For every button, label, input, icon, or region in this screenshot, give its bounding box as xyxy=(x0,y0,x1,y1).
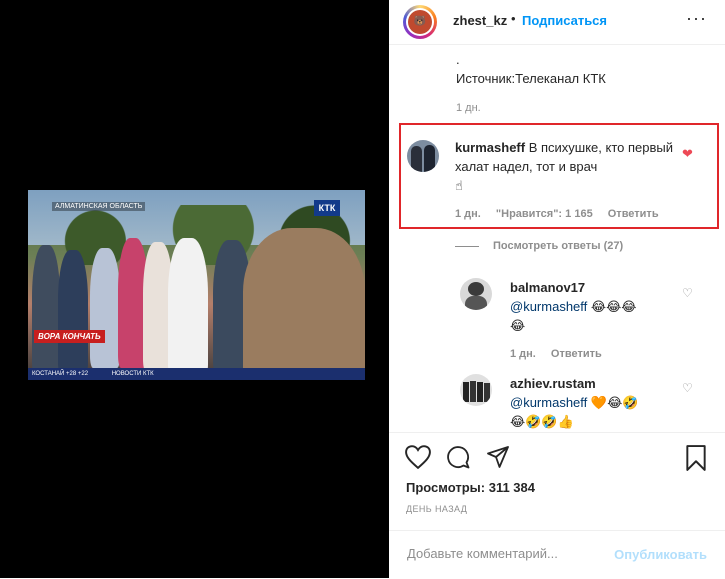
publish-button[interactable]: Опубликовать xyxy=(614,547,707,562)
avatar-ring-inner: 🐻 xyxy=(406,8,434,36)
add-comment-bar: Опубликовать xyxy=(389,530,725,579)
reply-time: 1 дн. xyxy=(510,348,536,360)
liked-heart-icon[interactable]: ❤ xyxy=(682,146,693,162)
avatar-figure xyxy=(411,146,422,172)
avatar-figure xyxy=(424,145,435,172)
media-panel: АЛМАТИНСКАЯ ОБЛАСТЬ КТК ВОРА КОНЧАТЬ КОС… xyxy=(0,0,389,578)
view-replies-button[interactable]: Посмотреть ответы (27) xyxy=(455,240,623,252)
post-sidebar: 🐻 zhest_kz • Подписаться ··· . Источник:… xyxy=(389,0,725,578)
avatar-figure xyxy=(477,382,483,402)
caption-time: 1 дн. xyxy=(456,102,481,114)
action-bar xyxy=(389,432,725,477)
ticker-right: НОВОСТИ КТК xyxy=(111,371,154,377)
channel-logo: КТК xyxy=(314,200,340,216)
reply-emojis: 🧡😂🤣 xyxy=(590,395,639,410)
video-caption: ВОРА КОНЧАТЬ xyxy=(34,330,105,343)
post-time: ДЕНЬ НАЗАД xyxy=(406,504,468,514)
reply-body: balmanov17 @kurmasheff 😂😂😂 😂 xyxy=(510,278,680,335)
caption-source: Источник:Телеканал КТК xyxy=(456,71,606,86)
video-region-tag: АЛМАТИНСКАЯ ОБЛАСТЬ xyxy=(52,202,146,211)
comment-input[interactable] xyxy=(405,545,609,562)
caption-dot: . xyxy=(456,52,460,67)
reply-mention[interactable]: @kurmasheff xyxy=(510,299,587,314)
reply-meta: 1 дн. Ответить xyxy=(510,348,614,360)
reply-body: azhiev.rustam @kurmasheff 🧡😂🤣 😂🤣🤣👍 xyxy=(510,374,680,431)
video-person xyxy=(90,248,120,368)
video-ticker: КОСТАНАЙ +28 +22 НОВОСТИ КТК xyxy=(28,368,365,380)
avatar-body xyxy=(465,296,487,310)
comment-meta: 1 дн. "Нравится": 1 165 Ответить xyxy=(455,208,671,220)
comment-reply-button[interactable]: Ответить xyxy=(608,208,659,220)
avatar-figure xyxy=(470,381,476,402)
like-heart-icon[interactable]: ♡ xyxy=(682,286,693,300)
reply-mention[interactable]: @kurmasheff xyxy=(510,395,587,410)
reply-username[interactable]: azhiev.rustam xyxy=(510,376,596,391)
replies-divider xyxy=(455,245,479,247)
reply-reply-button[interactable]: Ответить xyxy=(551,348,602,360)
views-label: Просмотры: xyxy=(406,480,486,495)
share-send-icon[interactable] xyxy=(485,445,511,469)
header-separator: • xyxy=(511,11,516,26)
reply-emojis-line2: 😂🤣🤣👍 xyxy=(510,414,574,429)
bear-avatar-icon: 🐻 xyxy=(408,10,432,34)
more-options-icon[interactable]: ··· xyxy=(686,8,707,29)
video-person xyxy=(32,245,60,375)
reply-emojis-line2: 😂 xyxy=(510,318,526,333)
commenter-avatar[interactable] xyxy=(407,140,439,172)
view-count[interactable]: Просмотры: 311 384 xyxy=(406,480,535,495)
reply-emojis: 😂😂😂 xyxy=(590,299,637,314)
avatar-figure xyxy=(463,382,469,402)
like-heart-icon[interactable] xyxy=(405,445,431,469)
video-player[interactable]: АЛМАТИНСКАЯ ОБЛАСТЬ КТК ВОРА КОНЧАТЬ КОС… xyxy=(28,190,365,380)
video-person xyxy=(168,238,208,378)
video-person xyxy=(243,228,365,380)
ticker-left: КОСТАНАЙ +28 +22 xyxy=(32,371,89,377)
comment-body: kurmasheff В психушке, кто первый халат … xyxy=(455,138,675,195)
author-username[interactable]: zhest_kz xyxy=(453,13,507,28)
pointing-up-emoji: ☝ xyxy=(455,178,463,193)
reply-avatar[interactable] xyxy=(460,278,492,310)
comment-bubble-icon[interactable] xyxy=(445,445,471,469)
view-replies-label: Посмотреть ответы (27) xyxy=(493,240,624,252)
comment-time: 1 дн. xyxy=(455,208,481,220)
video-person xyxy=(58,250,88,375)
views-value: 311 384 xyxy=(488,480,535,495)
like-heart-icon[interactable]: ♡ xyxy=(682,381,693,395)
comment-username[interactable]: kurmasheff xyxy=(455,140,525,155)
reply-username[interactable]: balmanov17 xyxy=(510,280,585,295)
follow-button[interactable]: Подписаться xyxy=(522,13,607,28)
comment-likes[interactable]: "Нравится": 1 165 xyxy=(496,208,593,220)
post-header: 🐻 zhest_kz • Подписаться ··· xyxy=(389,0,725,45)
bookmark-icon[interactable] xyxy=(685,445,707,471)
reply-avatar[interactable] xyxy=(460,374,492,406)
avatar-head xyxy=(468,282,484,296)
avatar-figure xyxy=(484,383,490,402)
author-avatar[interactable]: 🐻 xyxy=(403,5,437,39)
